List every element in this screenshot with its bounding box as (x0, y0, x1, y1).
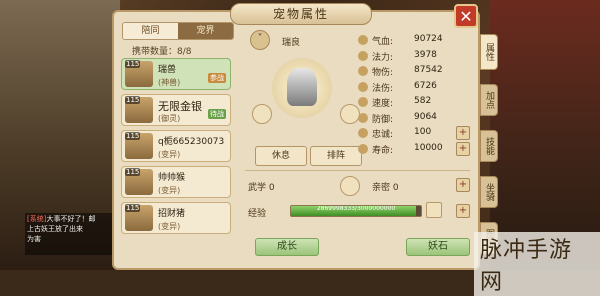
pet-name: q栀665230073 (158, 137, 225, 147)
divider (245, 170, 470, 171)
pet-list: 115 瑞兽 (神兽) 参战 115 无限金银 (御灵) 待战 115 q栀66… (121, 58, 231, 238)
wuxue-label: 武学 0 (248, 180, 275, 193)
pet-level: 115 (125, 168, 141, 176)
close-button[interactable]: ✕ (454, 4, 478, 28)
exp-label: 经验 (248, 209, 267, 219)
pet-list-item[interactable]: 115 瑞兽 (神兽) 参战 (121, 58, 231, 90)
pet-name: 瑞兽 (158, 65, 177, 75)
stat-value: 87542 (414, 65, 443, 75)
stat-value: 3978 (414, 49, 437, 60)
defense-icon (358, 112, 368, 123)
loyalty-icon (358, 128, 368, 138)
stat-value: 90724 (414, 34, 443, 44)
exp-text: 2869998333/3000000000 (316, 205, 396, 212)
tab-attributes[interactable]: 属性 (480, 34, 498, 70)
chat-system-tag: [系统] (27, 215, 47, 223)
stat-label: 法力: (372, 52, 394, 63)
stat-label: 忠诚: (372, 130, 394, 140)
stat-value: 10000 (414, 142, 443, 153)
add-exp-button[interactable]: + (456, 204, 470, 218)
stat-label: 法伤: (372, 83, 394, 94)
pet-list-item[interactable]: 115 q栀665230073 (变异) (121, 130, 231, 162)
pet-name: 无限金银 (158, 100, 202, 113)
pet-type: (变异) (158, 150, 181, 159)
tab-mount[interactable]: 坐骑 (480, 176, 498, 208)
stat-value: 9064 (414, 111, 437, 122)
add-loyalty-button[interactable]: + (456, 126, 470, 140)
tab-accompany[interactable]: 陪同 (123, 23, 178, 39)
current-pet-name: 瑞良 (282, 38, 301, 48)
panel-title: 宠物属性 (230, 3, 372, 25)
martial-icon[interactable] (340, 176, 360, 196)
pet-name: 招财猪 (158, 209, 186, 219)
carry-count: 携带数量：8/8 (132, 47, 192, 57)
physical-attack-icon (358, 66, 368, 76)
stat-label: 物伤: (372, 68, 394, 78)
chat-line: 大事不好了！邮 (46, 215, 96, 223)
pet-status-badge: 待战 (208, 109, 226, 119)
pet-category-tabs: 陪同 宠界 (122, 22, 234, 40)
chat-line: 为害 (27, 235, 41, 243)
qinmi-label-text: 亲密 (372, 183, 391, 193)
tab-skills[interactable]: 技能 (480, 130, 498, 162)
stat-row: 气血: 90724 (358, 32, 468, 48)
pet-list-item[interactable]: 115 招财猪 (变异) (121, 202, 231, 234)
stat-label: 速度: (372, 99, 394, 109)
qinmi-label: 亲密 0 (372, 180, 399, 193)
lifespan-icon (358, 143, 368, 154)
stat-row: 速度: 582 (358, 94, 468, 110)
exp-progress-bar: 2869998333/3000000000 (290, 205, 422, 217)
wuxue-label-text: 武学 (248, 183, 267, 193)
speed-icon (358, 97, 368, 107)
stat-value: 6726 (414, 80, 437, 91)
pet-status-badge: 参战 (208, 73, 226, 83)
pet-type: (御灵) (158, 114, 181, 123)
tab-add-points[interactable]: 加点 (480, 84, 498, 116)
watermark: 脉冲手游网 (474, 232, 600, 296)
stat-value: 582 (414, 96, 432, 106)
pet-type: (变异) (158, 222, 181, 231)
exp-item-icon[interactable] (426, 202, 442, 218)
chat-line: 上古妖王放了出来 (27, 225, 83, 233)
tab-pet-realm[interactable]: 宠界 (178, 23, 233, 39)
pet-model-stage (272, 58, 332, 118)
pet-level: 115 (125, 204, 141, 212)
stat-label: 寿命: (372, 145, 394, 156)
add-lifespan-button[interactable]: + (456, 141, 470, 156)
pet-effect-icon[interactable] (252, 104, 272, 124)
grow-button[interactable]: 成长 (255, 238, 319, 256)
pet-list-item[interactable]: 115 无限金银 (御灵) 待战 (121, 94, 231, 126)
pet-level: 115 (125, 60, 141, 68)
add-intimacy-button[interactable]: + (456, 178, 470, 192)
stat-row: 忠诚: 100 + (358, 125, 470, 141)
stat-row: 物伤: 87542 (358, 63, 468, 79)
formation-button[interactable]: 排阵 (310, 146, 362, 166)
pet-name: 帅帅猴 (158, 173, 186, 183)
stat-label: 防御: (372, 114, 394, 125)
stat-row: 法力: 3978 (358, 48, 468, 64)
chevron-down-icon[interactable]: ˅ (250, 30, 270, 50)
stat-row: 防御: 9064 (358, 110, 468, 126)
mana-icon (358, 50, 368, 61)
stat-value: 100 (414, 127, 432, 137)
wuxue-value: 0 (268, 183, 275, 193)
qinmi-value: 0 (392, 183, 399, 193)
pet-level: 115 (125, 96, 141, 104)
pet-list-item[interactable]: 115 帅帅猴 (变异) (121, 166, 231, 198)
stat-row: 寿命: 10000 + (358, 141, 470, 157)
chat-box[interactable]: [系统]大事不好了！邮 上古妖王放了出来 为害 (25, 213, 120, 255)
hp-icon (358, 35, 368, 45)
pet-type: (变异) (158, 186, 181, 195)
pet-level: 115 (125, 132, 141, 140)
stat-row: 法伤: 6726 (358, 79, 468, 95)
scene-right (490, 0, 600, 270)
stats-list: 气血: 90724 法力: 3978 物伤: 87542 法伤: 6726 速度: 582… (358, 32, 470, 157)
rest-button[interactable]: 休息 (255, 146, 307, 166)
demon-stone-button[interactable]: 妖石 (406, 238, 470, 256)
stat-label: 气血: (372, 37, 394, 47)
magic-attack-icon (358, 81, 368, 92)
pet-model (287, 68, 317, 106)
pet-type: (神兽) (158, 78, 181, 87)
pet-skill-icon[interactable] (340, 104, 360, 124)
